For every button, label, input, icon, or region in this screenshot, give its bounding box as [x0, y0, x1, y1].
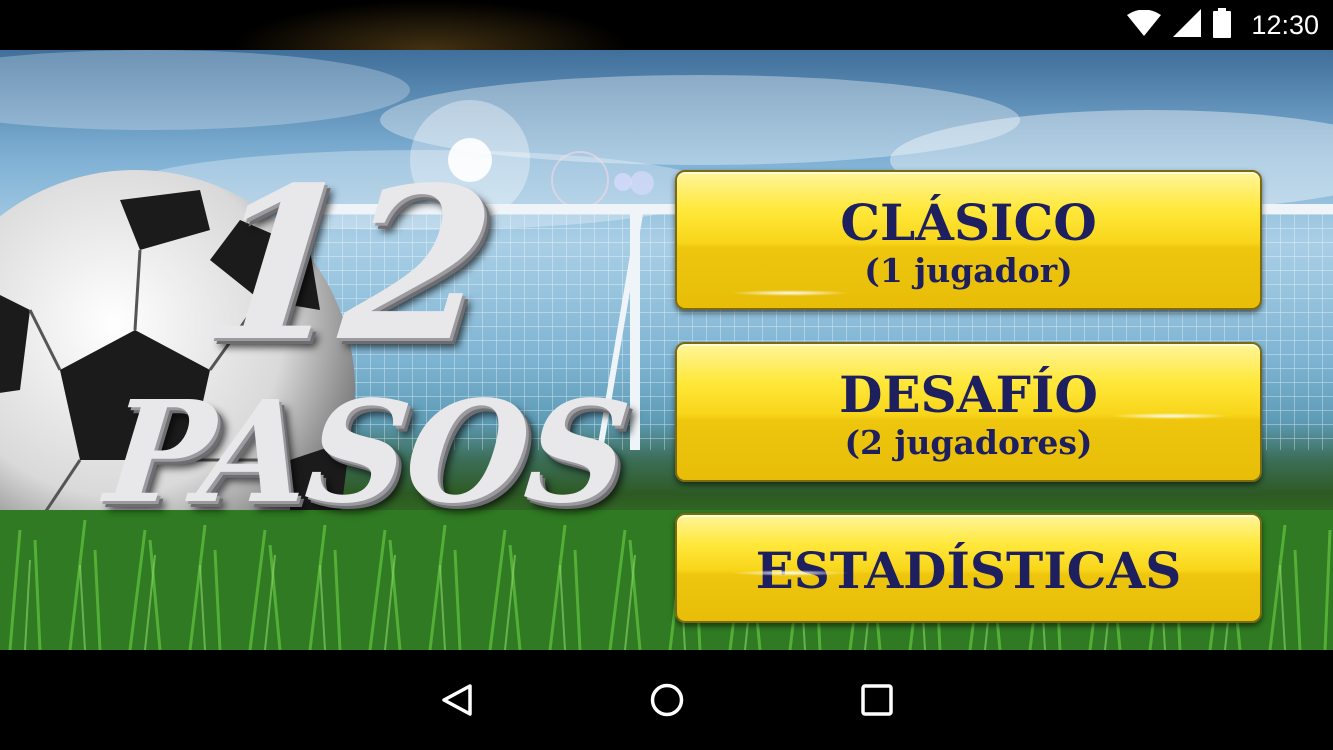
battery-icon [1213, 7, 1232, 43]
button-sparkle [730, 290, 850, 296]
classic-mode-label: CLÁSICO [840, 193, 1097, 252]
status-icons: 12:30 [1127, 7, 1319, 43]
back-icon[interactable] [433, 675, 483, 725]
classic-mode-button[interactable]: CLÁSICO (1 jugador) [675, 170, 1262, 310]
game-title-number: 12 [192, 141, 499, 388]
challenge-mode-button[interactable]: DESAFÍO (2 jugadores) [675, 342, 1262, 482]
game-title-word: PASOS [99, 371, 635, 535]
button-sparkle [730, 570, 850, 576]
challenge-mode-sublabel: (2 jugadores) [844, 423, 1093, 462]
wifi-icon [1127, 9, 1162, 41]
status-bar: 12:30 [0, 0, 1333, 50]
statistics-button[interactable]: ESTADÍSTICAS [675, 513, 1262, 623]
navigation-bar [0, 650, 1333, 750]
recents-icon[interactable] [852, 675, 902, 725]
home-icon[interactable] [642, 675, 692, 725]
status-time: 12:30 [1251, 9, 1319, 40]
game-scene: 12 PASOS CLÁSICO (1 jugador) DESAFÍO (2 … [0, 50, 1333, 650]
button-sparkle [1110, 413, 1230, 419]
status-bar-glow [230, 0, 630, 50]
classic-mode-sublabel: (1 jugador) [864, 251, 1073, 290]
cell-signal-icon [1173, 8, 1202, 42]
